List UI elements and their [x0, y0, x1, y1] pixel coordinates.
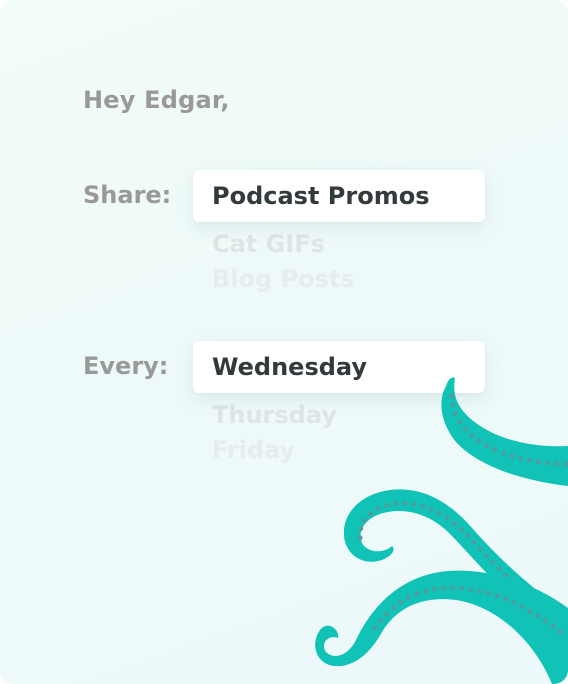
- share-picker-selected[interactable]: Podcast Promos: [193, 170, 485, 222]
- tentacle-middle: [343, 489, 568, 646]
- tentacle-lower: [315, 570, 568, 684]
- share-option-cat-gifs[interactable]: Cat GIFs: [212, 230, 325, 258]
- share-option-blog-posts[interactable]: Blog Posts: [212, 265, 355, 293]
- tentacle-lower-suckers: [371, 585, 563, 635]
- scheduler-card: Hey Edgar, Share: Podcast Promos Cat GIF…: [0, 0, 568, 684]
- tentacle-upper: [441, 377, 568, 486]
- every-option-thursday[interactable]: Thursday: [212, 401, 337, 429]
- tentacle-middle-suckers: [357, 500, 568, 631]
- greeting-text: Hey Edgar,: [83, 86, 230, 114]
- every-option-friday[interactable]: Friday: [212, 436, 295, 464]
- share-label: Share:: [83, 181, 172, 209]
- tentacle-upper-suckers: [449, 393, 568, 467]
- every-label: Every:: [83, 352, 169, 380]
- every-picker-selected[interactable]: Wednesday: [193, 341, 485, 393]
